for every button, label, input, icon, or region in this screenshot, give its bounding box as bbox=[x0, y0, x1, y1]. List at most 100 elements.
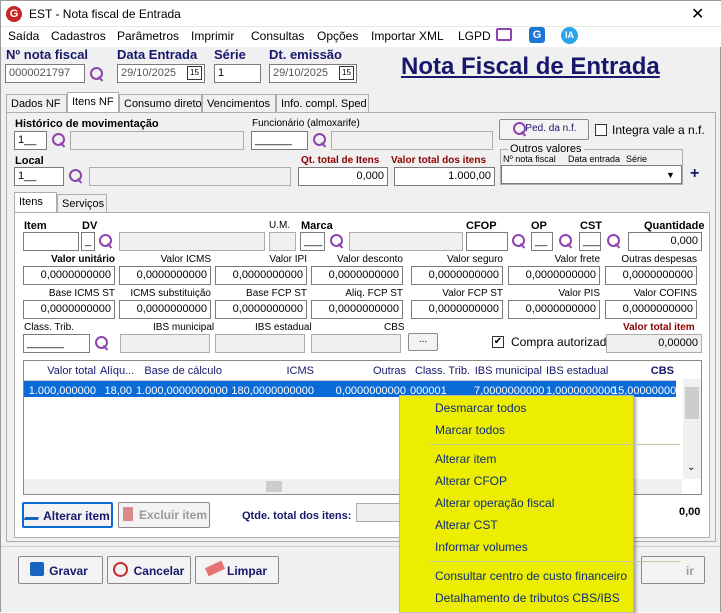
calendar-icon[interactable]: 15 bbox=[187, 66, 202, 80]
menu-saida[interactable]: Saída bbox=[8, 29, 39, 43]
monitor-icon[interactable] bbox=[496, 28, 512, 41]
row3-input-5[interactable]: 0,0000000000 bbox=[508, 300, 600, 319]
search-marca-icon[interactable] bbox=[329, 233, 345, 249]
menu-desmarcar-todos[interactable]: Desmarcar todos bbox=[435, 401, 526, 415]
search-funcionario-icon[interactable] bbox=[312, 132, 328, 148]
op-input[interactable]: __ bbox=[531, 232, 553, 251]
tab-info-compl[interactable]: Info. compl. Sped bbox=[276, 94, 369, 113]
col-icms[interactable]: ICMS bbox=[226, 365, 315, 377]
search-historico-icon[interactable] bbox=[51, 132, 67, 148]
menu-parametros[interactable]: Parâmetros bbox=[117, 29, 179, 43]
row2-input-1[interactable]: 0,0000000000 bbox=[119, 266, 211, 285]
col-aliquota[interactable]: Alíqu... bbox=[100, 365, 134, 377]
cell-base: 1.000,0000000000 bbox=[136, 385, 228, 397]
search-class-trib-icon[interactable] bbox=[94, 335, 110, 351]
subtab-itens[interactable]: Itens bbox=[14, 192, 57, 213]
qtde-total-label: Qtde. total dos itens: bbox=[242, 510, 352, 522]
row2-input-5[interactable]: 0,0000000000 bbox=[508, 266, 600, 285]
menu-alterar-operacao-fiscal[interactable]: Alterar operação fiscal bbox=[435, 496, 554, 510]
col-base-calculo[interactable]: Base de cálculo bbox=[136, 365, 222, 377]
menu-imprimir[interactable]: Imprimir bbox=[191, 29, 234, 43]
quantidade-label: Quantidade bbox=[644, 220, 705, 232]
integra-checkbox[interactable] bbox=[595, 124, 607, 136]
serie-input[interactable]: 1 bbox=[214, 64, 261, 83]
menu-opcoes[interactable]: Opções bbox=[317, 29, 358, 43]
row2-input-6[interactable]: 0,0000000000 bbox=[605, 266, 697, 285]
marca-desc bbox=[349, 232, 463, 251]
col-cbs[interactable]: CBS bbox=[612, 365, 674, 377]
search-item-icon[interactable] bbox=[98, 233, 114, 249]
col-ibs-municipal[interactable]: IBS municipal bbox=[474, 365, 542, 377]
menu-alterar-cst[interactable]: Alterar CST bbox=[435, 518, 498, 532]
col-class-trib[interactable]: Class. Trib. bbox=[410, 365, 470, 377]
menu-alterar-item[interactable]: Alterar item bbox=[435, 452, 496, 466]
row3-label-4: Valor FCP ST bbox=[442, 288, 503, 299]
search-local-icon[interactable] bbox=[68, 168, 84, 184]
row2-label-3: Valor desconto bbox=[337, 254, 403, 265]
col-ibs-estadual[interactable]: IBS estadual bbox=[546, 365, 608, 377]
item-input[interactable] bbox=[23, 232, 79, 251]
row2-input-2[interactable]: 0,0000000000 bbox=[215, 266, 307, 285]
context-menu: Desmarcar todos Marcar todos Alterar ite… bbox=[399, 395, 680, 613]
g-app-icon[interactable]: G bbox=[529, 27, 545, 43]
row2-input-3[interactable]: 0,0000000000 bbox=[311, 266, 403, 285]
col-valor-total[interactable]: Valor total bbox=[26, 365, 96, 377]
local-input[interactable]: 1__ bbox=[14, 167, 64, 186]
close-button[interactable]: ✕ bbox=[691, 4, 704, 24]
cbs-dots-button[interactable]: ... bbox=[408, 333, 438, 351]
grid-header: Valor total Alíqu... Base de cálculo ICM… bbox=[24, 361, 676, 381]
scroll-down-icon[interactable]: ⌄ bbox=[687, 462, 695, 473]
subtab-servicos[interactable]: Serviços bbox=[57, 194, 107, 213]
nota-input[interactable]: 0000021797 bbox=[5, 64, 85, 83]
row3-input-3[interactable]: 0,0000000000 bbox=[311, 300, 403, 319]
cbs-input bbox=[311, 334, 401, 353]
h-scrollbar-thumb[interactable] bbox=[266, 481, 282, 492]
marca-input[interactable]: ___ bbox=[300, 232, 325, 251]
menu-marcar-todos[interactable]: Marcar todos bbox=[435, 423, 505, 437]
row3-input-6[interactable]: 0,0000000000 bbox=[605, 300, 697, 319]
row2-input-4[interactable]: 0,0000000000 bbox=[411, 266, 503, 285]
tab-itens-nf[interactable]: Itens NF bbox=[67, 92, 119, 113]
calendar-emissao-icon[interactable]: 15 bbox=[339, 66, 354, 80]
search-op-icon[interactable] bbox=[558, 233, 574, 249]
row3-input-2[interactable]: 0,0000000000 bbox=[215, 300, 307, 319]
local-label: Local bbox=[15, 155, 44, 167]
dv-input[interactable]: _ bbox=[81, 232, 95, 251]
ibs-estadual-input bbox=[215, 334, 305, 353]
menu-consultas[interactable]: Consultas bbox=[251, 29, 304, 43]
row3-input-4[interactable]: 0,0000000000 bbox=[411, 300, 503, 319]
search-cfop-icon[interactable] bbox=[511, 233, 527, 249]
menu-consultar-centro-custo[interactable]: Consultar centro de custo financeiro bbox=[435, 569, 627, 583]
menu-alterar-cfop[interactable]: Alterar CFOP bbox=[435, 474, 507, 488]
add-outros-button[interactable]: + bbox=[690, 165, 699, 183]
ia-icon[interactable]: IA bbox=[561, 27, 578, 44]
historico-input[interactable]: 1__ bbox=[14, 131, 47, 150]
menu-cadastros[interactable]: Cadastros bbox=[51, 29, 106, 43]
cfop-input[interactable] bbox=[466, 232, 508, 251]
menu-informar-volumes[interactable]: Informar volumes bbox=[435, 540, 528, 554]
chevron-down-icon[interactable]: ▼ bbox=[666, 170, 675, 180]
row3-input-0[interactable]: 0,0000000000 bbox=[23, 300, 115, 319]
outros-valores-select[interactable] bbox=[501, 165, 682, 184]
tab-vencimentos[interactable]: Vencimentos bbox=[202, 94, 276, 113]
tab-dados-nf[interactable]: Dados NF bbox=[6, 94, 67, 113]
row3-label-2: Base FCP ST bbox=[246, 288, 307, 299]
row3-input-1[interactable]: 0,0000000000 bbox=[119, 300, 211, 319]
row3-label-6: Valor COFINS bbox=[633, 288, 697, 299]
search-cst-icon[interactable] bbox=[606, 233, 622, 249]
class-trib-input[interactable]: ______ bbox=[23, 334, 90, 353]
funcionario-input[interactable]: ______ bbox=[251, 131, 308, 150]
search-nota-icon[interactable] bbox=[89, 66, 105, 82]
nota-label: Nº nota fiscal bbox=[6, 47, 89, 62]
compra-autorizada-checkbox[interactable]: ✔ bbox=[492, 336, 504, 348]
cst-input[interactable]: ___ bbox=[579, 232, 601, 251]
scrollbar-thumb[interactable] bbox=[685, 387, 699, 419]
tab-consumo-direto[interactable]: Consumo direto bbox=[119, 94, 202, 113]
quantidade-input[interactable]: 0,000 bbox=[628, 232, 702, 251]
menu-lgpd[interactable]: LGPD bbox=[458, 29, 491, 43]
menu-detalhamento-tributos[interactable]: Detalhamento de tributos CBS/IBS bbox=[435, 591, 620, 605]
class-trib-label: Class. Trib. bbox=[24, 322, 75, 333]
col-outras[interactable]: Outras bbox=[318, 365, 406, 377]
menu-importar-xml[interactable]: Importar XML bbox=[371, 29, 444, 43]
row2-input-0[interactable]: 0,0000000000 bbox=[23, 266, 115, 285]
